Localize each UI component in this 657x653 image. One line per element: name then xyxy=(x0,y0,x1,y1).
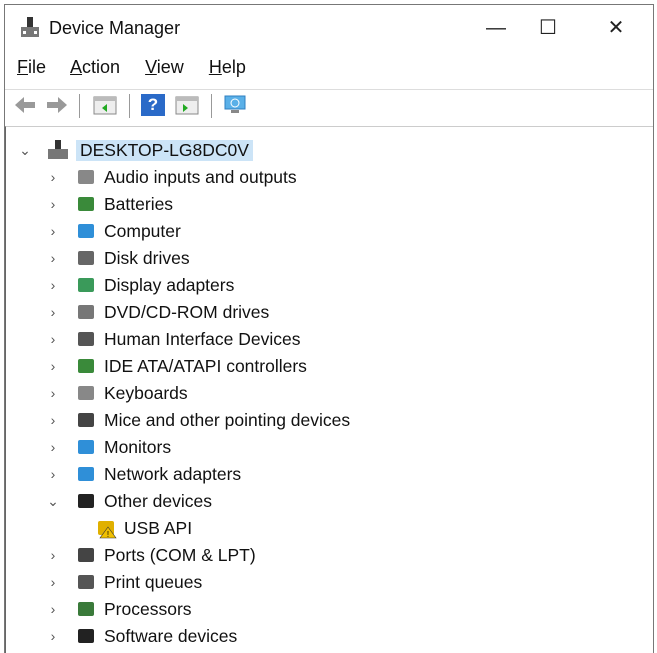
tree-item-label: Monitors xyxy=(104,436,172,457)
menu-file[interactable]: File xyxy=(17,57,46,77)
tree-item-label: Computer xyxy=(104,220,181,241)
menu-bar: File Action View Help xyxy=(17,57,266,78)
menu-help[interactable]: Help xyxy=(209,57,246,77)
tree-item[interactable]: › Keyboards xyxy=(46,380,188,406)
tree-item-label: Ports (COM & LPT) xyxy=(104,544,256,565)
menu-view[interactable]: View xyxy=(145,57,184,77)
tree-item[interactable]: › Computer xyxy=(46,218,181,244)
chevron-down-icon[interactable]: ⌄ xyxy=(46,493,60,510)
back-icon[interactable] xyxy=(13,94,37,116)
toolbar-separator xyxy=(129,94,130,118)
root-label: DESKTOP-LG8DC0V xyxy=(76,139,253,161)
keyboard-icon xyxy=(74,382,98,404)
scan-hardware-icon[interactable] xyxy=(223,94,247,116)
title-bar: Device Manager — ☐ ✕ xyxy=(5,5,653,51)
tree-item-label: Audio inputs and outputs xyxy=(104,166,297,187)
tree-item[interactable]: › Processors xyxy=(46,596,192,622)
chevron-right-icon[interactable]: › xyxy=(46,466,60,482)
window-title: Device Manager xyxy=(49,18,181,38)
hid-icon xyxy=(74,328,98,350)
chevron-right-icon[interactable]: › xyxy=(46,331,60,347)
network-icon xyxy=(74,463,98,485)
tree-item[interactable]: › Disk drives xyxy=(46,245,190,271)
tree-item-label: Network adapters xyxy=(104,463,242,484)
toolbar: ? xyxy=(5,89,653,120)
tree-item[interactable]: › Print queues xyxy=(46,569,203,595)
printer-icon xyxy=(74,571,98,593)
computer-root-icon xyxy=(48,140,68,159)
device-manager-window: Device Manager — ☐ ✕ File Action View He… xyxy=(4,4,654,653)
mouse-icon xyxy=(74,409,98,431)
tree-item-label: IDE ATA/ATAPI controllers xyxy=(104,355,307,376)
show-action-pane-icon[interactable] xyxy=(175,94,199,116)
tree-item[interactable]: ⌄ Other devices xyxy=(46,488,212,514)
tree-item-label: Software devices xyxy=(104,625,238,646)
tree-item[interactable]: › Network adapters xyxy=(46,461,242,487)
tree-item-label: Disk drives xyxy=(104,247,190,268)
dvd-icon xyxy=(74,301,98,323)
chevron-right-icon[interactable]: › xyxy=(46,385,60,401)
chevron-right-icon[interactable]: › xyxy=(46,223,60,239)
computer-icon xyxy=(74,220,98,242)
tree-item-label: Human Interface Devices xyxy=(104,328,301,349)
show-hide-console-tree-icon[interactable] xyxy=(93,94,117,116)
tree-item[interactable]: › Human Interface Devices xyxy=(46,326,301,352)
display-adapter-icon xyxy=(74,274,98,296)
chevron-right-icon[interactable]: › xyxy=(46,358,60,374)
tree-item[interactable]: › Monitors xyxy=(46,434,171,460)
chevron-right-icon[interactable]: › xyxy=(46,412,60,428)
chevron-right-icon[interactable]: › xyxy=(46,277,60,293)
chevron-right-icon[interactable]: › xyxy=(46,169,60,185)
tree-item-label: USB API xyxy=(124,517,193,538)
tree-item-label: Processors xyxy=(104,598,192,619)
disk-icon xyxy=(74,247,98,269)
chevron-right-icon[interactable]: › xyxy=(46,439,60,455)
ide-icon xyxy=(74,355,98,377)
speaker-icon xyxy=(74,166,98,188)
tree-item-label: Mice and other pointing devices xyxy=(104,409,351,430)
tree-item[interactable]: ! USB API xyxy=(94,515,192,541)
svg-text:!: ! xyxy=(107,530,109,539)
menu-action[interactable]: Action xyxy=(70,57,120,77)
chevron-right-icon[interactable]: › xyxy=(46,547,60,563)
device-tree: ⌄ DESKTOP-LG8DC0V › Audio inputs and outp… xyxy=(5,126,653,653)
minimize-button[interactable]: — xyxy=(473,13,519,43)
tree-item-label: Keyboards xyxy=(104,382,188,403)
chevron-right-icon[interactable]: › xyxy=(46,574,60,590)
software-device-icon xyxy=(74,625,98,647)
tree-item[interactable]: › DVD/CD-ROM drives xyxy=(46,299,270,325)
tree-item[interactable]: › Batteries xyxy=(46,191,173,217)
tree-item[interactable]: › Display adapters xyxy=(46,272,235,298)
close-button[interactable]: ✕ xyxy=(593,13,639,43)
chevron-right-icon[interactable]: › xyxy=(46,250,60,266)
tree-item[interactable]: › Software devices xyxy=(46,623,238,649)
tree-item[interactable]: › Mice and other pointing devices xyxy=(46,407,350,433)
chevron-right-icon[interactable]: › xyxy=(46,196,60,212)
warning-device-icon: ! xyxy=(94,517,118,539)
chevron-down-icon[interactable]: ⌄ xyxy=(18,142,32,159)
tree-item-label: Display adapters xyxy=(104,274,235,295)
tree-item[interactable]: › Ports (COM & LPT) xyxy=(46,542,256,568)
battery-icon xyxy=(74,193,98,215)
chevron-right-icon[interactable]: › xyxy=(46,628,60,644)
device-manager-icon xyxy=(21,17,39,37)
forward-icon[interactable] xyxy=(45,94,69,116)
tree-root[interactable]: ⌄ DESKTOP-LG8DC0V xyxy=(18,137,253,163)
chevron-right-icon[interactable]: › xyxy=(46,304,60,320)
port-icon xyxy=(74,544,98,566)
toolbar-separator xyxy=(211,94,212,118)
monitor-icon xyxy=(74,436,98,458)
chevron-right-icon[interactable]: › xyxy=(46,601,60,617)
tree-item-label: Batteries xyxy=(104,193,174,214)
tree-item[interactable]: › Audio inputs and outputs xyxy=(46,164,297,190)
tree-item-label: Print queues xyxy=(104,571,203,592)
toolbar-separator xyxy=(79,94,80,118)
tree-item-label: Other devices xyxy=(104,490,212,511)
maximize-button[interactable]: ☐ xyxy=(525,13,571,43)
tree-item-label: DVD/CD-ROM drives xyxy=(104,301,270,322)
help-icon[interactable]: ? xyxy=(141,94,165,116)
processor-icon xyxy=(74,598,98,620)
other-devices-icon xyxy=(74,490,98,512)
tree-item[interactable]: › IDE ATA/ATAPI controllers xyxy=(46,353,307,379)
